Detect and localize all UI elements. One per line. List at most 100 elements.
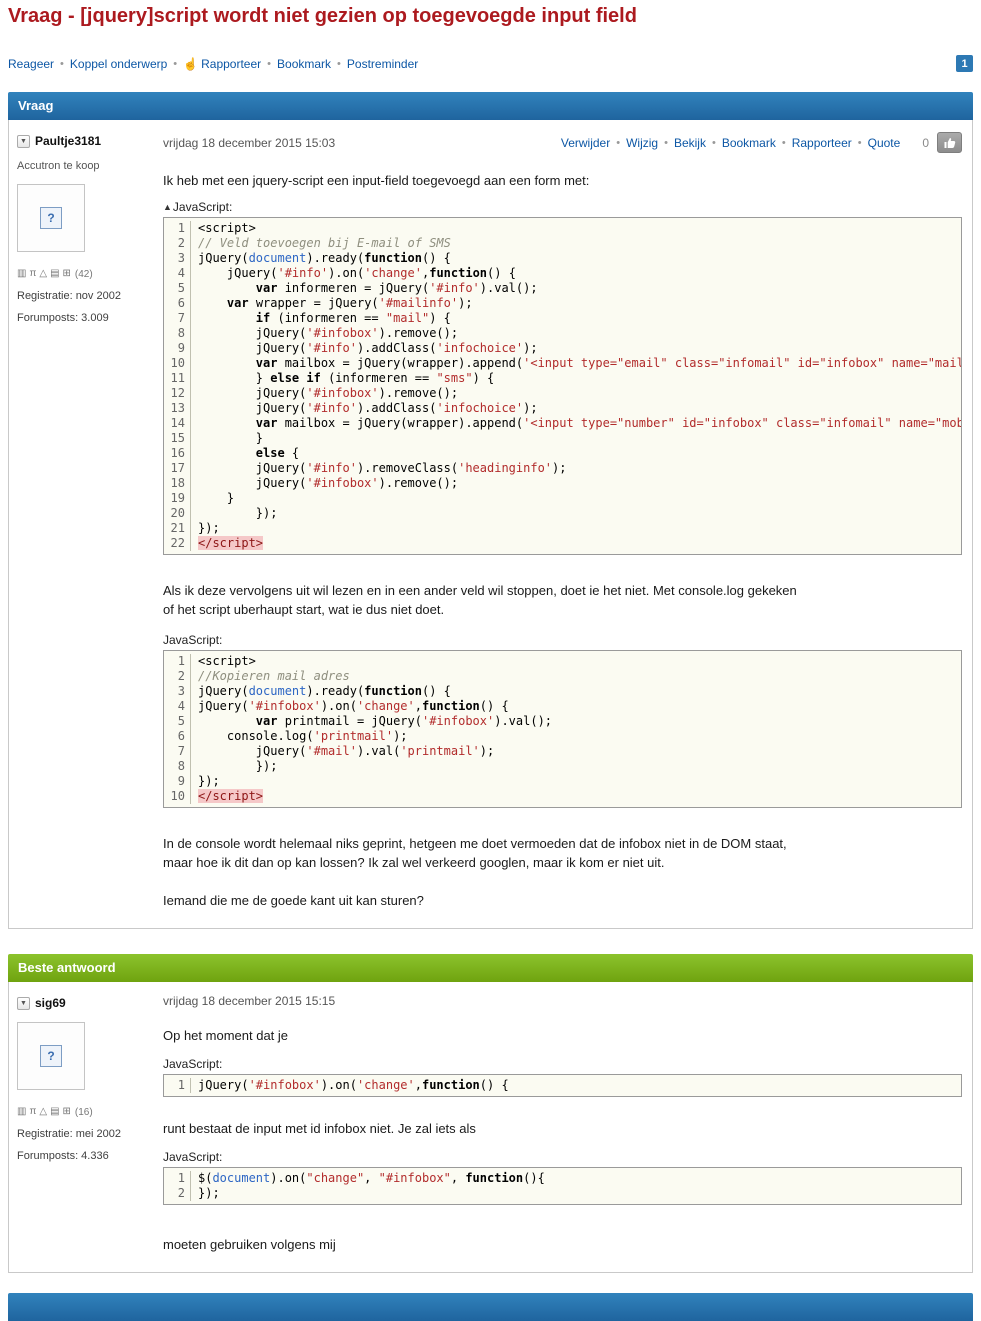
action-koppel-onderwerp[interactable]: Koppel onderwerp: [70, 57, 167, 71]
post-paragraph: of het script uberhaupt start, wat ie du…: [163, 602, 445, 617]
code-line: 17 jQuery('#info').removeClass('headingi…: [164, 461, 961, 476]
registration-date: Registratie: mei 2002: [17, 1128, 121, 1140]
forumposts-count: Forumposts: 4.336: [17, 1150, 109, 1162]
post-question: ▼ Paultje3181 Accutron te koop ? ▥ π △ ▤ ⊞ (…: [8, 120, 973, 929]
code-line: 13 jQuery('#info').addClass('infochoice'…: [164, 401, 961, 416]
code-line: 5 var printmail = jQuery('#infobox').val…: [164, 714, 961, 729]
code-line: 11 } else if (informeren == "sms") {: [164, 371, 961, 386]
code-line: 10 </script>: [164, 789, 961, 804]
action-verwijder[interactable]: Verwijder: [561, 136, 610, 150]
bullet-separator: •: [857, 136, 862, 149]
action-quote[interactable]: Quote: [868, 136, 901, 150]
line-number: 11: [164, 371, 191, 386]
badge-icon: ▤: [50, 268, 60, 279]
line-number: 16: [164, 446, 191, 461]
author-badges: ▥ π △ ▤ ⊞ (16): [17, 1106, 155, 1118]
code-block-4: 1 $(document).on("change", "#infobox", fu…: [163, 1167, 962, 1205]
action-bookmark-post[interactable]: Bookmark: [722, 136, 776, 150]
badge-icon: ⊞: [62, 268, 71, 279]
code-line: 14 var mailbox = jQuery(wrapper).append(…: [164, 416, 961, 431]
forumposts-count: Forumposts: 3.009: [17, 312, 109, 324]
collapse-toggle-icon[interactable]: ▲: [163, 202, 172, 212]
line-number: 4: [164, 266, 191, 281]
line-number: 21: [164, 521, 191, 536]
post-paragraph: runt bestaat de input met id infobox nie…: [163, 1121, 476, 1136]
badge-icon: △: [39, 1106, 48, 1117]
broken-image-icon: ?: [40, 1045, 62, 1067]
line-number: 8: [164, 326, 191, 341]
line-number: 5: [164, 281, 191, 296]
line-number: 10: [164, 356, 191, 371]
line-number: 1: [164, 221, 191, 236]
question-section-header: Vraag: [8, 92, 973, 120]
action-wijzig[interactable]: Wijzig: [626, 136, 658, 150]
code-line: 19 }: [164, 491, 961, 506]
author-name-link[interactable]: Paultje3181: [35, 134, 101, 148]
chevron-down-icon: ▼: [20, 999, 27, 1007]
code-language-label: JavaScript:: [163, 1150, 223, 1164]
line-number: 10: [164, 789, 191, 804]
code-line: 2});: [164, 1186, 961, 1201]
best-answer-section-header: Beste antwoord: [8, 954, 973, 982]
author-dropdown-button[interactable]: ▼: [17, 134, 30, 148]
post-paragraph: maar hoe ik dit dan op kan lossen? Ik za…: [163, 855, 665, 870]
bullet-separator: •: [664, 136, 668, 149]
action-bekijk[interactable]: Bekijk: [674, 136, 706, 150]
action-rapporteer-post[interactable]: Rapporteer: [792, 136, 852, 150]
post-paragraph: Op het moment dat je: [163, 1028, 289, 1043]
post-date: vrijdag 18 december 2015 15:15: [163, 994, 336, 1008]
code-label: ▲ JavaScript:: [163, 200, 962, 214]
code-line: 1 jQuery('#infobox').on('change',function…: [164, 1078, 961, 1093]
code-line: 1 <script>: [164, 654, 961, 669]
action-rapporteer[interactable]: Rapporteer: [201, 57, 261, 71]
post-paragraph: In de console wordt helemaal niks geprin…: [163, 836, 787, 851]
line-number: 3: [164, 684, 191, 699]
next-section: [8, 1293, 973, 1321]
code-label: JavaScript:: [163, 1150, 962, 1164]
author-avatar: ?: [17, 184, 85, 252]
badge-icon: π: [29, 1106, 37, 1117]
code-block-1: 1 <script> 2// Veld toevoegen bij E-mail o…: [163, 217, 962, 555]
code-line: 9});: [164, 774, 961, 789]
topic-action-bar: Reageer • Koppel onderwerp • ☝ Rapportee…: [8, 55, 973, 72]
badge-count: (42): [74, 268, 93, 280]
best-answer-section: Beste antwoord ▼ sig69 ? ▥ π △ ▤ ⊞ (16) Regi…: [8, 954, 973, 1273]
line-number: 2: [164, 1186, 191, 1201]
author-badges: ▥ π △ ▤ ⊞ (42): [17, 268, 155, 280]
bullet-separator: •: [616, 136, 621, 149]
code-label: JavaScript:: [163, 1057, 962, 1071]
line-number: 13: [164, 401, 191, 416]
line-number: 22: [164, 536, 191, 551]
post-header: vrijdag 18 december 2015 15:03 Verwijder…: [163, 120, 962, 153]
line-number: 19: [164, 491, 191, 506]
post-action-links: Verwijder • Wijzig • Bekijk • Bookmark •…: [561, 136, 900, 150]
code-line: 22 </script>: [164, 536, 961, 551]
post-best-answer: ▼ sig69 ? ▥ π △ ▤ ⊞ (16) Registratie: mei 20…: [8, 982, 973, 1273]
line-number: 8: [164, 759, 191, 774]
upvote-button[interactable]: [937, 132, 962, 153]
action-bookmark[interactable]: Bookmark: [277, 57, 331, 71]
code-line: 4 jQuery('#infobox').on('change',function…: [164, 699, 961, 714]
code-line: 12 jQuery('#infobox').remove();: [164, 386, 961, 401]
line-number: 12: [164, 386, 191, 401]
author-dropdown-button[interactable]: ▼: [17, 996, 30, 1010]
badge-icon: ▥: [17, 268, 27, 279]
line-number: 20: [164, 506, 191, 521]
action-postreminder[interactable]: Postreminder: [347, 57, 418, 71]
bullet-separator: •: [267, 57, 272, 70]
badge-icon: △: [39, 268, 48, 279]
code-line: 6 var wrapper = jQuery('#mailinfo');: [164, 296, 961, 311]
line-number: 9: [164, 774, 191, 789]
code-block-3: 1 jQuery('#infobox').on('change',function…: [163, 1074, 962, 1097]
page-number-badge[interactable]: 1: [956, 55, 973, 72]
forum-topic-page: Vraag - [jquery]script wordt niet gezien…: [0, 0, 981, 1321]
code-line: 15 }: [164, 431, 961, 446]
thumbs-up-icon: [944, 137, 955, 148]
author-name-link[interactable]: sig69: [35, 996, 66, 1010]
bullet-separator: •: [711, 136, 716, 149]
action-reageer[interactable]: Reageer: [8, 57, 54, 71]
badge-icon: π: [29, 268, 37, 279]
badge-icon: ▥: [17, 1106, 27, 1117]
code-line: 16 else {: [164, 446, 961, 461]
line-number: 14: [164, 416, 191, 431]
